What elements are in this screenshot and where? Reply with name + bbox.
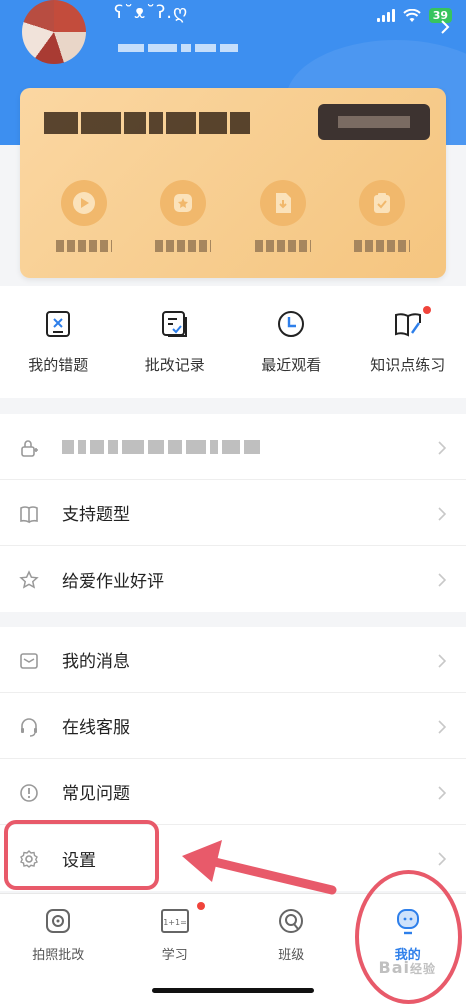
home-indicator: [152, 988, 314, 993]
annotation-circle: [355, 870, 462, 1004]
watermark-logo: Bai经验: [378, 958, 436, 977]
annotation-arrow: [182, 840, 337, 895]
